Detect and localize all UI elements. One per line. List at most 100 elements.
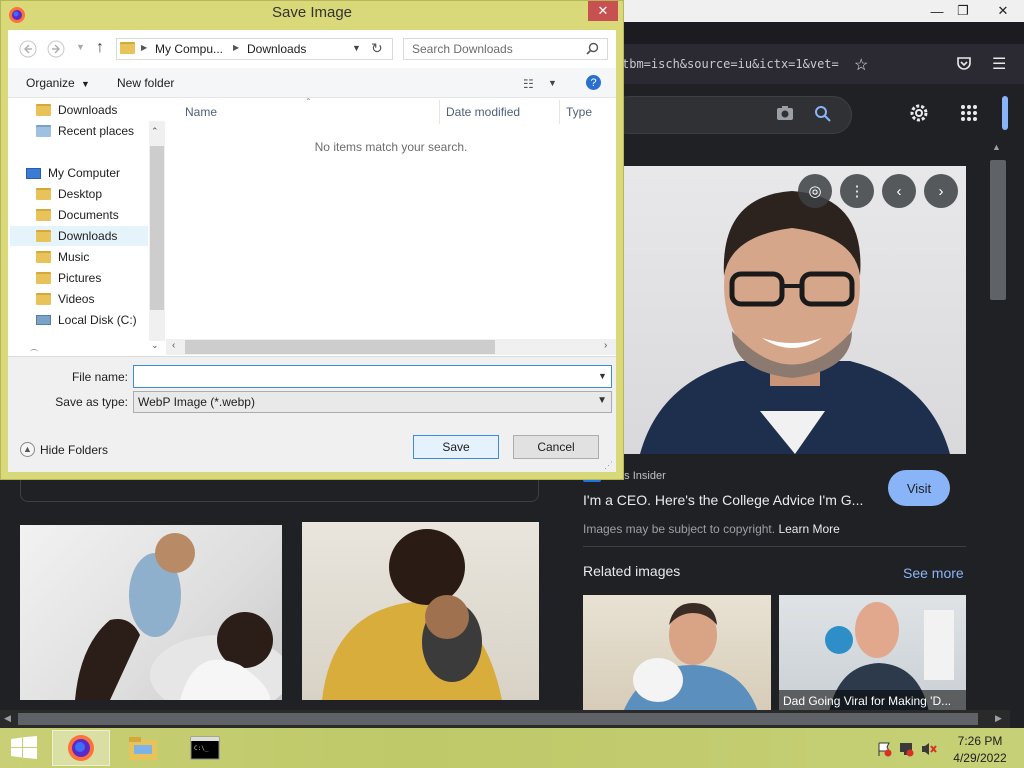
search-icon[interactable] — [586, 42, 599, 58]
address-dropdown-chevron-icon[interactable]: ▼ — [352, 43, 361, 53]
new-folder-button[interactable]: New folder — [117, 76, 174, 90]
preview-title[interactable]: I'm a CEO. Here's the College Advice I'm… — [583, 492, 883, 508]
nav-item-music[interactable]: Music — [36, 247, 89, 267]
next-arrow-icon[interactable]: › — [924, 174, 958, 208]
network-icon[interactable] — [898, 741, 914, 760]
save-as-type-label: Save as type: — [55, 395, 128, 409]
breadcrumb-my-computer[interactable]: My Compu... — [155, 42, 223, 56]
nav-item-pictures[interactable]: Pictures — [36, 268, 101, 288]
organize-chevron-icon: ▼ — [81, 79, 90, 89]
nav-item-label: Pictures — [58, 271, 102, 285]
search-downloads-placeholder[interactable]: Search Downloads — [412, 42, 513, 56]
column-header-type[interactable]: Type — [566, 105, 592, 119]
page-scrollbar-thumb[interactable] — [990, 160, 1006, 300]
related-image-1[interactable] — [583, 595, 771, 712]
column-header-name[interactable]: Name — [185, 105, 217, 119]
result-image-father-baby-2[interactable] — [302, 522, 539, 700]
scroll-up-arrow-icon[interactable]: ▲ — [992, 142, 1001, 152]
file-explorer-icon — [129, 737, 157, 760]
see-more-link[interactable]: See more — [903, 565, 964, 581]
drive-icon — [36, 315, 51, 325]
nav-item-label: My Computer — [48, 166, 121, 180]
nav-pane-scrollbar-thumb[interactable] — [150, 146, 164, 310]
nav-item-downloads[interactable]: Downloads — [10, 226, 148, 246]
desktop-folder-icon — [36, 188, 51, 200]
nav-item-desktop[interactable]: Desktop — [36, 184, 102, 204]
breadcrumb-downloads[interactable]: Downloads — [247, 42, 306, 56]
nav-item-recent-places[interactable]: Recent places — [36, 121, 134, 141]
nav-item-my-computer[interactable]: My Computer — [26, 163, 120, 183]
volume-muted-icon[interactable] — [920, 741, 938, 760]
forward-arrow-icon[interactable] — [47, 40, 65, 61]
taskbar-clock-date[interactable]: 4/29/2022 — [948, 751, 1012, 765]
file-name-label: File name: — [71, 370, 128, 384]
taskbar-firefox[interactable] — [52, 730, 110, 766]
videos-folder-icon — [36, 293, 51, 305]
result-image-father-baby-1[interactable] — [20, 525, 282, 700]
search-icon[interactable] — [814, 105, 832, 126]
learn-more-link[interactable]: Learn More — [778, 522, 839, 536]
menu-icon[interactable]: ☰ — [992, 54, 1006, 74]
nav-scroll-up-icon[interactable]: ⌃ — [151, 126, 159, 137]
taskbar-file-explorer[interactable] — [114, 730, 172, 766]
recent-locations-chevron-icon[interactable]: ▼ — [76, 42, 85, 52]
sort-indicator-icon: ⌃ — [305, 97, 312, 106]
refresh-icon[interactable]: ↻ — [371, 40, 383, 57]
organize-menu[interactable]: Organize ▼ — [26, 76, 90, 90]
settings-gear-icon[interactable] — [908, 102, 930, 127]
dialog-close-button[interactable]: ✕ — [588, 1, 618, 21]
apps-grid-icon[interactable] — [960, 104, 978, 125]
taskbar-clock-time[interactable]: 7:26 PM — [948, 734, 1012, 748]
hide-folders-label: Hide Folders — [40, 442, 109, 457]
scroll-right-icon[interactable]: › — [604, 340, 607, 351]
more-options-icon[interactable]: ⋮ — [840, 174, 874, 208]
up-arrow-icon[interactable]: ↑ — [96, 39, 104, 57]
taskbar-command-prompt[interactable]: C:\_ — [176, 730, 234, 766]
documents-folder-icon — [36, 209, 51, 221]
save-as-type-select[interactable]: WebP Image (*.webp) ▼ — [133, 391, 612, 413]
scroll-left-arrow-icon[interactable]: ◀ — [4, 713, 11, 724]
file-list-scrollbar-thumb[interactable] — [185, 340, 495, 354]
start-windows-icon[interactable] — [11, 736, 37, 763]
music-folder-icon — [36, 251, 51, 263]
nav-item-label: Recent places — [58, 124, 135, 138]
preview-image[interactable] — [620, 166, 966, 454]
view-options-icon[interactable]: ☷ — [523, 77, 534, 91]
pocket-icon[interactable] — [956, 55, 972, 76]
nav-item-local-disk[interactable]: Local Disk (C:) — [36, 310, 137, 330]
view-options-chevron-icon[interactable]: ▼ — [548, 78, 557, 88]
visit-button[interactable]: Visit — [888, 470, 950, 506]
nav-item-label: Downloads — [58, 229, 118, 243]
file-list-pane[interactable] — [166, 99, 616, 339]
close-window-icon[interactable]: ✕ — [986, 0, 1020, 22]
horizontal-scrollbar-thumb[interactable] — [18, 713, 978, 725]
cancel-button[interactable]: Cancel — [513, 435, 599, 459]
breadcrumb-separator-icon: ▶ — [141, 43, 148, 52]
url-text[interactable]: tbm=isch&source=iu&ictx=1&vet= — [622, 57, 839, 71]
resize-grip-icon[interactable]: ⋰ — [604, 460, 613, 471]
help-icon[interactable]: ? — [586, 75, 601, 90]
restore-icon[interactable]: ❐ — [946, 0, 980, 22]
action-center-flag-icon[interactable] — [876, 741, 892, 760]
nav-item-documents[interactable]: Documents — [36, 205, 119, 225]
svg-text:C:\_: C:\_ — [194, 745, 209, 752]
previous-arrow-icon[interactable]: ‹ — [882, 174, 916, 208]
column-header-date-modified[interactable]: Date modified — [446, 105, 520, 119]
column-separator[interactable] — [439, 100, 440, 124]
nav-item-label: Local Disk (C:) — [58, 313, 137, 327]
back-arrow-icon[interactable] — [19, 40, 37, 61]
lens-icon[interactable]: ◎ — [798, 174, 832, 208]
save-button[interactable]: Save — [413, 435, 499, 459]
hide-folders-button[interactable]: ▲ Hide Folders — [20, 442, 108, 457]
camera-search-icon[interactable] — [776, 105, 794, 124]
save-as-type-value: WebP Image (*.webp) — [138, 395, 255, 409]
nav-item-downloads-favorite[interactable]: Downloads — [36, 100, 117, 120]
scroll-right-arrow-icon[interactable]: ▶ — [995, 713, 1002, 724]
file-name-input[interactable] — [133, 365, 612, 388]
file-name-dropdown-icon[interactable]: ▼ — [598, 371, 607, 381]
nav-scroll-down-icon[interactable]: ⌄ — [151, 340, 159, 351]
nav-item-videos[interactable]: Videos — [36, 289, 94, 309]
scroll-left-icon[interactable]: ‹ — [172, 340, 175, 351]
bookmark-star-icon[interactable]: ☆ — [854, 55, 868, 75]
column-separator[interactable] — [559, 100, 560, 124]
